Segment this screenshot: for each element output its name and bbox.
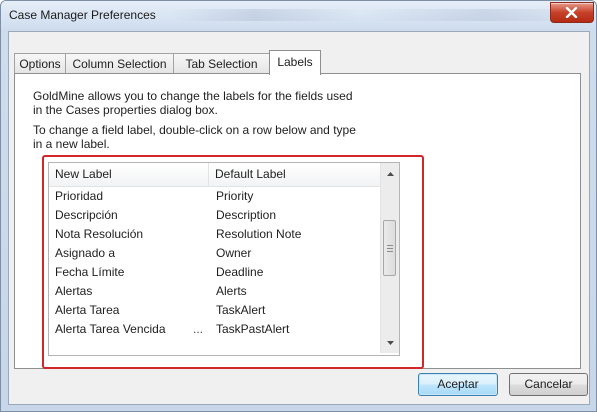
description-line-2: in the Cases properties dialog box. [33,103,218,117]
vertical-scrollbar[interactable] [380,163,399,353]
scroll-down-arrow-icon [386,340,394,345]
scroll-up-arrow-icon [386,171,394,176]
scroll-grip-icon [387,251,393,252]
new-label-cell: Fecha Límite [55,265,125,279]
list-row[interactable]: Nota Resolución Resolution Note [49,225,380,244]
list-row[interactable]: Alerta Tarea Vencida ... TaskPastAlert [49,320,380,339]
new-label-cell: Descripción [55,208,118,222]
window-title: Case Manager Preferences [9,8,156,22]
instruction-line-1: To change a field label, double-click on… [33,123,356,137]
new-label-cell: Alerta Tarea [55,303,120,317]
new-label-cell: Asignado a [55,246,116,260]
scroll-grip-icon [387,248,393,249]
default-label-cell: Priority [216,189,254,203]
aceptar-button[interactable]: Aceptar [418,373,498,396]
scrollbar-thumb[interactable] [383,220,396,276]
list-row[interactable]: Alertas Alerts [49,282,380,301]
list-row[interactable]: Alerta Tarea TaskAlert [49,301,380,320]
list-header: New Label Default Label [49,163,380,187]
close-icon [565,7,578,18]
instruction-line-2: in a new label. [33,137,110,151]
tab-labels[interactable]: Labels [269,50,321,75]
list-row[interactable]: Descripción Description [49,206,380,225]
scroll-up-button[interactable] [381,165,399,182]
default-label-cell: TaskPastAlert [216,322,290,336]
description-line-1: GoldMine allows you to change the labels… [33,89,353,103]
list-body: Prioridad Priority Descripción Descripti… [49,187,380,339]
close-button[interactable] [550,2,594,23]
tab-column-selection[interactable]: Column Selection [65,53,174,74]
list-row[interactable]: Fecha Límite Deadline [49,263,380,282]
new-label-cell: Alertas [55,284,93,298]
default-label-cell: Owner [216,246,252,260]
cancelar-button[interactable]: Cancelar [509,373,588,396]
default-label-cell: TaskAlert [216,303,266,317]
new-label-cell: Prioridad [55,189,104,203]
list-row[interactable]: Prioridad Priority [49,187,380,206]
tab-options[interactable]: Options [14,53,66,74]
truncation-ellipsis: ... [193,322,204,336]
scroll-grip-icon [387,245,393,246]
default-label-cell: Deadline [216,265,264,279]
new-label-cell: Nota Resolución [55,227,144,241]
list-row[interactable]: Asignado a Owner [49,244,380,263]
default-label-cell: Description [216,208,277,222]
scroll-down-button[interactable] [381,334,399,351]
new-label-cell: Alerta Tarea Vencida [55,322,166,336]
title-bar-background-ghost [171,9,591,21]
column-header-new-label[interactable]: New Label [49,163,209,186]
default-label-cell: Alerts [216,284,247,298]
column-header-default-label[interactable]: Default Label [209,163,380,186]
tab-tab-selection[interactable]: Tab Selection [173,53,270,74]
default-label-cell: Resolution Note [216,227,302,241]
labels-list[interactable]: New Label Default Label Prioridad Priori… [48,162,400,356]
title-bar[interactable]: Case Manager Preferences [1,1,596,31]
